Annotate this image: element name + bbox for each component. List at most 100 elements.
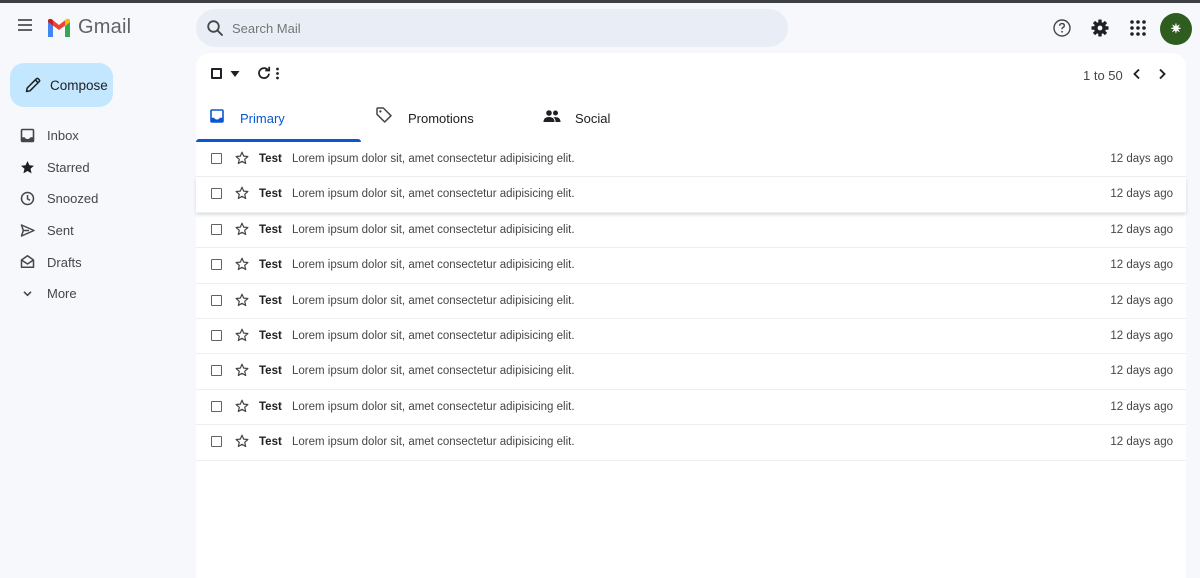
row-checkbox[interactable] (211, 188, 222, 200)
email-row[interactable]: Test Lorem ipsum dolor sit, amet consect… (196, 425, 1186, 461)
more-options-icon[interactable] (275, 67, 280, 80)
sidebar-item-sent[interactable]: Sent (0, 215, 190, 247)
email-row[interactable]: Test Lorem ipsum dolor sit, amet consect… (196, 142, 1186, 178)
email-row[interactable]: Test Lorem ipsum dolor sit, amet consect… (196, 213, 1186, 249)
previous-page-icon[interactable] (1132, 68, 1142, 80)
gmail-logo[interactable]: Gmail (46, 16, 131, 39)
row-checkbox[interactable] (211, 400, 222, 412)
email-sender: Test (259, 400, 282, 413)
search-icon[interactable] (206, 19, 224, 37)
list-toolbar: 1 to 50 (196, 53, 1186, 95)
star-outline-icon[interactable] (235, 363, 249, 377)
email-row[interactable]: Test Lorem ipsum dolor sit, amet consect… (196, 284, 1186, 319)
sidebar-item-label: More (47, 286, 77, 302)
row-checkbox[interactable] (211, 153, 222, 164)
sidebar-item-label: Sent (47, 223, 74, 239)
row-checkbox[interactable] (211, 365, 222, 377)
main-menu-button[interactable] (18, 19, 32, 31)
account-avatar[interactable]: ✷ (1160, 13, 1192, 45)
email-sender: Test (259, 294, 282, 307)
sidebar-item-label: Snoozed (47, 191, 99, 207)
refresh-icon[interactable] (257, 66, 271, 80)
email-date: 12 days ago (1110, 329, 1173, 342)
sidebar-item-drafts[interactable]: Drafts (0, 246, 190, 278)
row-checkbox[interactable] (211, 259, 222, 271)
help-icon[interactable] (1052, 18, 1072, 38)
apps-grid-icon[interactable] (1128, 18, 1148, 38)
email-date: 12 days ago (1110, 223, 1173, 236)
select-dropdown-icon[interactable] (230, 70, 240, 78)
email-subject: Lorem ipsum dolor sit, amet consectetur … (292, 223, 575, 236)
send-icon (20, 224, 35, 237)
row-checkbox[interactable] (211, 294, 222, 306)
email-row[interactable]: Test Lorem ipsum dolor sit, amet consect… (196, 390, 1186, 426)
email-date: 12 days ago (1110, 259, 1173, 272)
star-outline-icon[interactable] (235, 399, 249, 413)
gmail-m-icon (48, 18, 70, 37)
email-date: 12 days ago (1110, 153, 1173, 165)
draft-icon (20, 255, 35, 269)
category-tabs: Primary Promotions Social (196, 97, 1186, 142)
next-page-icon[interactable] (1157, 68, 1167, 80)
email-date: 12 days ago (1110, 400, 1173, 413)
tab-promotions[interactable]: Promotions (361, 97, 529, 142)
star-outline-icon[interactable] (235, 257, 249, 271)
email-subject: Lorem ipsum dolor sit, amet consectetur … (292, 365, 575, 378)
email-row[interactable]: Test Lorem ipsum dolor sit, amet consect… (196, 319, 1186, 355)
row-checkbox[interactable] (211, 436, 222, 448)
email-date: 12 days ago (1110, 188, 1173, 201)
mail-panel: 1 to 50 Primary Promotions Social Test L… (196, 53, 1186, 578)
star-outline-icon[interactable] (235, 328, 249, 342)
email-subject: Lorem ipsum dolor sit, amet consectetur … (292, 400, 575, 413)
sidebar-nav: Inbox Starred Snoozed Sent Drafts More (0, 120, 190, 310)
email-sender: Test (259, 329, 282, 342)
sidebar-item-starred[interactable]: Starred (0, 152, 190, 184)
email-subject: Lorem ipsum dolor sit, amet consectetur … (292, 259, 575, 272)
clock-icon (20, 191, 35, 206)
people-icon (543, 110, 561, 122)
star-outline-icon[interactable] (235, 151, 249, 165)
star-outline-icon[interactable] (235, 186, 249, 200)
compose-label: Compose (50, 77, 108, 93)
email-subject: Lorem ipsum dolor sit, amet consectetur … (292, 436, 575, 449)
email-date: 12 days ago (1110, 294, 1173, 307)
tab-label: Primary (240, 111, 285, 126)
email-subject: Lorem ipsum dolor sit, amet consectetur … (292, 329, 575, 342)
email-sender: Test (259, 365, 282, 378)
pagination-text: 1 to 50 (1083, 68, 1123, 83)
inbox-icon (20, 128, 35, 143)
tab-label: Promotions (408, 111, 474, 126)
sidebar-item-label: Starred (47, 159, 90, 175)
star-outline-icon[interactable] (235, 222, 249, 236)
search-bar (196, 9, 788, 47)
app-name: Gmail (78, 16, 132, 38)
sidebar-item-more[interactable]: More (0, 278, 190, 310)
compose-button[interactable]: Compose (10, 63, 113, 107)
tab-primary[interactable]: Primary (196, 97, 361, 142)
sidebar-item-label: Inbox (47, 128, 79, 144)
email-row[interactable]: Test Lorem ipsum dolor sit, amet consect… (196, 354, 1186, 390)
tag-icon (376, 107, 392, 123)
settings-gear-icon[interactable] (1090, 18, 1110, 38)
email-row[interactable]: Test Lorem ipsum dolor sit, amet consect… (196, 248, 1186, 284)
sidebar-item-label: Drafts (47, 254, 82, 270)
sidebar-item-snoozed[interactable]: Snoozed (0, 183, 190, 215)
email-subject: Lorem ipsum dolor sit, amet consectetur … (292, 153, 575, 165)
tab-social[interactable]: Social (529, 97, 697, 142)
row-checkbox[interactable] (211, 329, 222, 341)
email-sender: Test (259, 223, 282, 236)
sidebar-item-inbox[interactable]: Inbox (0, 120, 190, 152)
select-all-checkbox[interactable] (211, 68, 222, 79)
star-outline-icon[interactable] (235, 293, 249, 307)
email-subject: Lorem ipsum dolor sit, amet consectetur … (292, 294, 575, 307)
star-icon (21, 160, 34, 173)
search-input[interactable] (232, 20, 752, 36)
email-row[interactable]: Test Lorem ipsum dolor sit, amet consect… (196, 177, 1186, 213)
tab-label: Social (575, 111, 611, 126)
inbox-icon (210, 109, 224, 123)
email-list: Test Lorem ipsum dolor sit, amet consect… (196, 142, 1186, 461)
row-checkbox[interactable] (211, 223, 222, 235)
star-outline-icon[interactable] (235, 434, 249, 448)
app-header: Gmail ✷ (0, 3, 1200, 53)
pencil-icon (25, 77, 41, 93)
